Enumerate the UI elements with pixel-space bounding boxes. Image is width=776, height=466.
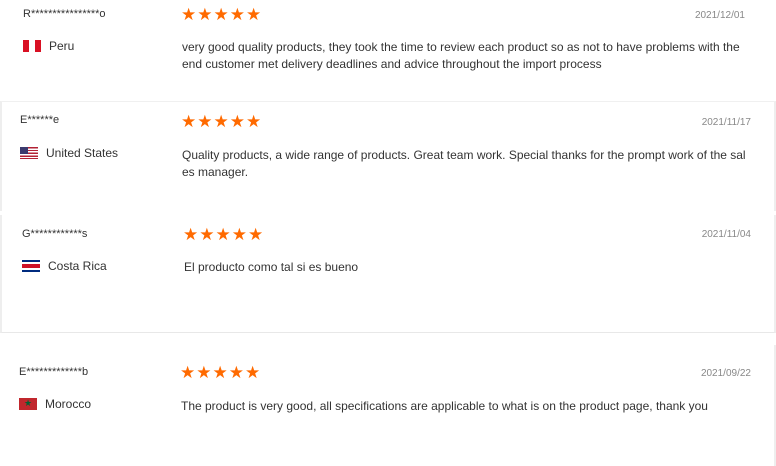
- country-name: Morocco: [45, 397, 92, 411]
- reviewer-name: G************s: [22, 228, 88, 240]
- reviewer-name: E******e: [20, 114, 60, 126]
- star-icon: ★: [181, 112, 197, 132]
- country-name: Costa Rica: [48, 259, 107, 273]
- star-icon: ★: [246, 112, 262, 132]
- review-text: very good quality products, they took th…: [182, 40, 740, 71]
- star-icon: ★: [213, 112, 229, 132]
- star-icon: ★: [196, 363, 212, 383]
- star-icon: ★: [199, 225, 215, 245]
- costa-rica-flag-icon: [22, 260, 40, 272]
- reviewer-country: Peru: [23, 39, 74, 53]
- star-icon: ★: [213, 5, 229, 25]
- star-rating: ★ ★ ★ ★ ★: [181, 114, 261, 131]
- star-icon: ★: [231, 225, 247, 245]
- review-text: The product is very good, all specificat…: [181, 399, 708, 413]
- star-rating: ★ ★ ★ ★ ★: [183, 227, 263, 244]
- review-card: G************s Costa Rica ★ ★ ★ ★ ★ 2021…: [0, 215, 776, 333]
- star-icon: ★: [181, 5, 197, 25]
- review-text: El producto como tal si es bueno: [184, 260, 359, 274]
- reviewer-country: Costa Rica: [22, 259, 107, 273]
- review-card: E*************b ★ Morocco ★ ★ ★ ★ ★ 2021…: [0, 345, 776, 466]
- united-states-flag-icon: [20, 147, 38, 159]
- review-date: 2021/12/01: [694, 10, 745, 21]
- star-icon: ★: [215, 225, 231, 245]
- review-card: E******e United States ★ ★ ★ ★ ★ 2021/11…: [0, 101, 776, 211]
- star-icon: ★: [183, 225, 199, 245]
- star-icon: ★: [197, 5, 213, 25]
- star-rating: ★ ★ ★ ★ ★: [181, 7, 261, 24]
- star-icon: ★: [229, 112, 245, 132]
- review-card: R****************o Peru ★ ★ ★ ★ ★ 2021/1…: [0, 0, 776, 100]
- country-name: United States: [46, 146, 119, 160]
- review-date: 2021/11/17: [701, 117, 751, 128]
- reviewer-name: R****************o: [23, 8, 106, 20]
- star-icon: ★: [229, 5, 245, 25]
- star-icon: ★: [245, 363, 261, 383]
- reviewer-country: United States: [20, 146, 118, 160]
- star-icon: ★: [212, 363, 228, 383]
- reviewer-country: ★ Morocco: [19, 397, 91, 411]
- star-icon: ★: [248, 225, 264, 245]
- star-icon: ★: [228, 363, 244, 383]
- star-rating: ★ ★ ★ ★ ★: [180, 365, 260, 382]
- review-text: Quality products, a wide range of produc…: [182, 148, 746, 179]
- country-name: Peru: [49, 39, 75, 53]
- star-icon: ★: [180, 363, 196, 383]
- morocco-flag-icon: ★: [19, 398, 37, 410]
- review-date: 2021/09/22: [700, 368, 751, 379]
- star-icon: ★: [246, 5, 262, 25]
- review-date: 2021/11/04: [701, 229, 751, 240]
- peru-flag-icon: [23, 40, 41, 52]
- reviewer-name: E*************b: [19, 366, 89, 378]
- star-icon: ★: [197, 112, 213, 132]
